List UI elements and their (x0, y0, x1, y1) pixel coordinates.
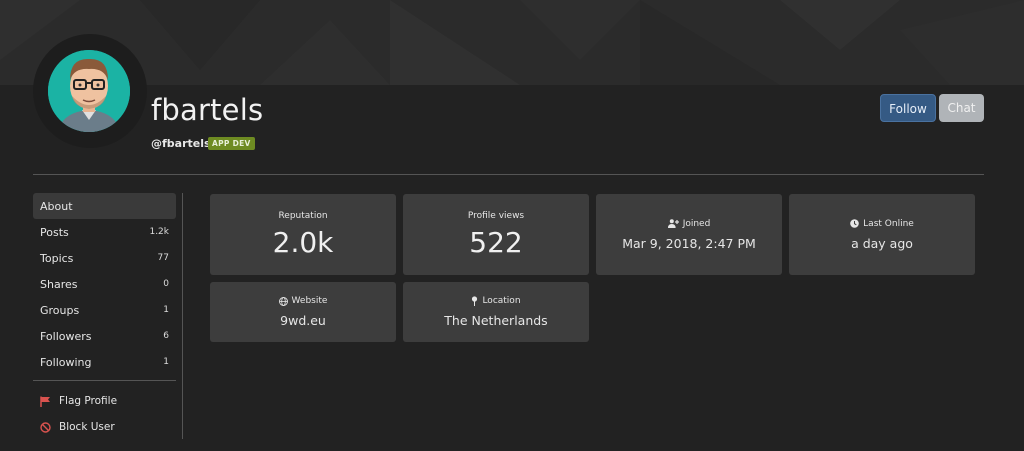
website-link[interactable]: 9wd.eu (280, 313, 326, 328)
stat-value: 2.0k (272, 225, 334, 259)
stat-value: 522 (469, 225, 523, 259)
stat-label: Profile views (467, 210, 525, 221)
sidebar-item-label: Topics (40, 251, 74, 265)
profile-cover (0, 0, 1024, 85)
sidebar-item-count: 6 (163, 331, 169, 341)
stat-card-last-online: Last Online a day ago (789, 194, 975, 275)
profile-sidebar: About Posts 1.2k Topics 77 Shares 0 Grou… (33, 193, 176, 375)
sidebar-item-label: About (40, 199, 73, 213)
avatar[interactable] (48, 50, 130, 132)
sidebar-item-count: 1 (163, 305, 169, 315)
sidebar-item-following[interactable]: Following 1 (33, 349, 176, 375)
profile-handle: @fbartels (151, 137, 211, 150)
sidebar-item-about[interactable]: About (33, 193, 176, 219)
stat-value: Mar 9, 2018, 2:47 PM (622, 235, 756, 251)
stat-label: Last Online (863, 218, 914, 229)
clock-icon (850, 219, 859, 228)
cover-pattern (0, 0, 1024, 85)
sidebar-item-posts[interactable]: Posts 1.2k (33, 219, 176, 245)
user-plus-icon (667, 219, 679, 228)
flag-profile-label: Flag Profile (59, 395, 118, 407)
stat-card-location: Location The Netherlands (403, 282, 589, 342)
chat-button[interactable]: Chat (939, 94, 984, 122)
map-pin-icon (472, 296, 478, 306)
stat-label: Reputation (278, 210, 328, 221)
flag-profile-link[interactable]: Flag Profile (40, 393, 117, 409)
sidebar-item-label: Following (40, 355, 92, 369)
stat-card-website: Website 9wd.eu (210, 282, 396, 342)
stat-card-reputation: Reputation 2.0k (210, 194, 396, 275)
sidebar-item-count: 1 (163, 357, 169, 367)
avatar-illustration (48, 50, 130, 132)
block-user-label: Block User (59, 421, 115, 433)
stat-value: a day ago (851, 235, 913, 251)
stat-label: Website (291, 296, 328, 306)
globe-icon (278, 296, 288, 306)
sidebar-item-count: 77 (157, 253, 169, 263)
profile-username: fbartels (151, 93, 264, 127)
sidebar-item-topics[interactable]: Topics 77 (33, 245, 176, 271)
sidebar-item-groups[interactable]: Groups 1 (33, 297, 176, 323)
stat-card-profile-views: Profile views 522 (403, 194, 589, 275)
sidebar-item-followers[interactable]: Followers 6 (33, 323, 176, 349)
sidebar-divider (33, 380, 176, 381)
stat-label: Joined (682, 218, 711, 229)
stat-value: The Netherlands (444, 313, 548, 328)
sidebar-item-shares[interactable]: Shares 0 (33, 271, 176, 297)
block-user-link[interactable]: Block User (40, 419, 115, 435)
sidebar-item-label: Shares (40, 277, 78, 291)
sidebar-item-count: 0 (163, 279, 169, 289)
header-divider (33, 174, 984, 175)
stat-label: Location (482, 296, 521, 306)
sidebar-item-label: Followers (40, 329, 92, 343)
sidebar-item-label: Posts (40, 225, 69, 239)
block-icon (40, 421, 51, 433)
group-badge[interactable]: APP DEV (208, 137, 255, 150)
flag-icon (40, 396, 50, 407)
follow-button[interactable]: Follow (880, 94, 936, 122)
stat-card-joined: Joined Mar 9, 2018, 2:47 PM (596, 194, 782, 275)
sidebar-item-count: 1.2k (149, 227, 169, 237)
sidebar-item-label: Groups (40, 303, 80, 317)
sidebar-vertical-divider (182, 193, 183, 439)
